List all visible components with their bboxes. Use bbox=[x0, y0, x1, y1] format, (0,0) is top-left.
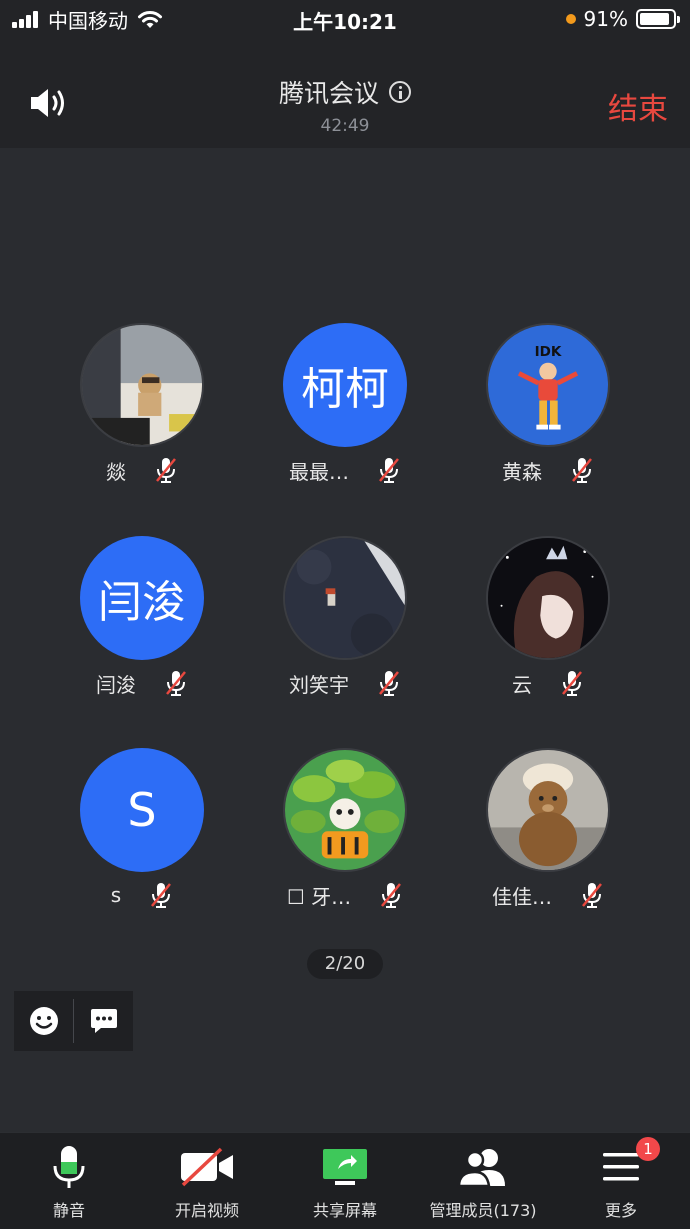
name-row: 刘笑宇 bbox=[245, 668, 445, 698]
icon-wrap bbox=[276, 1143, 414, 1191]
participant-name: 闫浚 bbox=[96, 672, 136, 697]
bottom-toolbar: 静音 开启视频 共享屏幕 管理成员(173) 1 更多 bbox=[0, 1132, 690, 1229]
mic-muted-icon bbox=[381, 883, 402, 908]
mic-muted-icon bbox=[379, 671, 399, 696]
chat-button[interactable] bbox=[74, 991, 133, 1051]
name-row: 闫浚 bbox=[42, 668, 242, 698]
toolbar-label: 开启视频 bbox=[174, 1201, 239, 1220]
avatar-initials: 柯柯 bbox=[283, 323, 407, 447]
participant-name: 佳佳… bbox=[492, 884, 552, 909]
name-row: 燚 bbox=[42, 455, 242, 485]
share-screen-icon bbox=[323, 1149, 367, 1185]
page-indicator: 2/20 bbox=[307, 949, 383, 979]
participant-tile[interactable]: 柯柯 最最… bbox=[245, 323, 445, 503]
icon-wrap bbox=[552, 1143, 690, 1191]
avatar-photo bbox=[283, 536, 407, 660]
participant-tile[interactable]: 刘笑宇 bbox=[245, 536, 445, 716]
mic-muted-icon bbox=[572, 458, 592, 483]
manage-members-button[interactable]: 管理成员(173) bbox=[414, 1133, 552, 1229]
share-screen-button[interactable]: 共享屏幕 bbox=[276, 1133, 414, 1229]
mute-button[interactable]: 静音 bbox=[0, 1133, 138, 1229]
mic-muted-icon bbox=[156, 458, 176, 483]
participant-tile[interactable]: 云 bbox=[448, 536, 648, 716]
meeting-header: 腾讯会议 42:49 结束 bbox=[0, 38, 690, 148]
participant-name: 刘笑宇 bbox=[289, 672, 349, 697]
meeting-title[interactable]: 腾讯会议 bbox=[279, 79, 379, 108]
icon-wrap bbox=[0, 1143, 138, 1191]
mic-muted-icon bbox=[166, 671, 186, 696]
idk-cartoon-icon: IDK bbox=[488, 325, 608, 445]
anime-girl-icon bbox=[488, 538, 608, 658]
smiley-icon bbox=[29, 1007, 58, 1035]
start-video-button[interactable]: 开启视频 bbox=[138, 1133, 276, 1229]
mic-muted-icon bbox=[562, 671, 582, 696]
avatar-photo bbox=[486, 748, 610, 872]
avatar-initials: S bbox=[80, 748, 204, 872]
menu-icon bbox=[603, 1153, 639, 1181]
avatar-photo bbox=[486, 536, 610, 660]
icon-wrap bbox=[414, 1143, 552, 1191]
microphone-icon bbox=[53, 1146, 85, 1188]
teddy-bear-icon bbox=[488, 750, 608, 870]
participant-tile[interactable]: ☐ 牙… bbox=[245, 748, 445, 928]
participant-name: 黄森 bbox=[502, 459, 542, 484]
chat-bubble-icon bbox=[90, 1009, 117, 1033]
avatar-photo bbox=[283, 748, 407, 872]
participant-tile[interactable]: 佳佳… bbox=[448, 748, 648, 928]
info-icon[interactable] bbox=[389, 81, 411, 103]
reaction-chat-box bbox=[14, 991, 133, 1051]
toolbar-label: 管理成员(173) bbox=[429, 1201, 537, 1220]
status-bar: 中国移动 上午10:21 91% bbox=[0, 0, 690, 38]
participant-name: ☐ 牙… bbox=[286, 884, 352, 909]
members-icon bbox=[457, 1149, 505, 1188]
mic-muted-icon bbox=[151, 883, 172, 908]
participant-name: s bbox=[110, 883, 122, 907]
mic-muted-icon bbox=[582, 883, 602, 908]
name-row: 云 bbox=[448, 668, 648, 698]
cat-photo-icon bbox=[82, 325, 202, 445]
name-row: ☐ 牙… bbox=[245, 880, 445, 910]
name-row: 黄森 bbox=[448, 455, 648, 485]
name-row: 佳佳… bbox=[448, 880, 648, 910]
toolbar-label: 共享屏幕 bbox=[312, 1201, 377, 1220]
participant-name: 最最… bbox=[289, 459, 349, 484]
video-off-icon bbox=[181, 1147, 233, 1187]
emoji-button[interactable] bbox=[14, 991, 73, 1051]
icon-wrap bbox=[138, 1143, 276, 1191]
status-right: 91% bbox=[565, 6, 680, 32]
battery-percent: 91% bbox=[583, 7, 628, 31]
more-button[interactable]: 1 更多 bbox=[552, 1133, 690, 1229]
participant-tile[interactable]: S s bbox=[42, 748, 242, 928]
svg-text:IDK: IDK bbox=[535, 344, 562, 360]
end-meeting-button[interactable]: 结束 bbox=[608, 84, 668, 128]
name-row: 最最… bbox=[245, 455, 445, 485]
participant-name: 燚 bbox=[106, 459, 126, 484]
avatar-photo: IDK bbox=[486, 323, 610, 447]
recording-dot-icon bbox=[565, 14, 576, 24]
name-row: s bbox=[42, 880, 242, 910]
participant-tile[interactable]: IDK 黄森 bbox=[448, 323, 648, 503]
participant-name: 云 bbox=[512, 672, 532, 697]
toolbar-label: 更多 bbox=[604, 1201, 637, 1220]
participant-tile[interactable]: 闫浚 闫浚 bbox=[42, 536, 242, 716]
meeting-duration: 42:49 bbox=[320, 116, 370, 136]
participant-tile[interactable]: 燚 bbox=[42, 323, 242, 503]
battery-icon bbox=[636, 9, 680, 29]
astronaut-photo-icon bbox=[285, 538, 405, 658]
avatar-initials: 闫浚 bbox=[80, 536, 204, 660]
tiger-in-leaves-icon bbox=[285, 750, 405, 870]
toolbar-label: 静音 bbox=[52, 1201, 85, 1220]
title-wrap: 腾讯会议 bbox=[0, 74, 690, 110]
mic-muted-icon bbox=[379, 458, 399, 483]
avatar-photo bbox=[80, 323, 204, 447]
notification-badge: 1 bbox=[636, 1137, 660, 1161]
